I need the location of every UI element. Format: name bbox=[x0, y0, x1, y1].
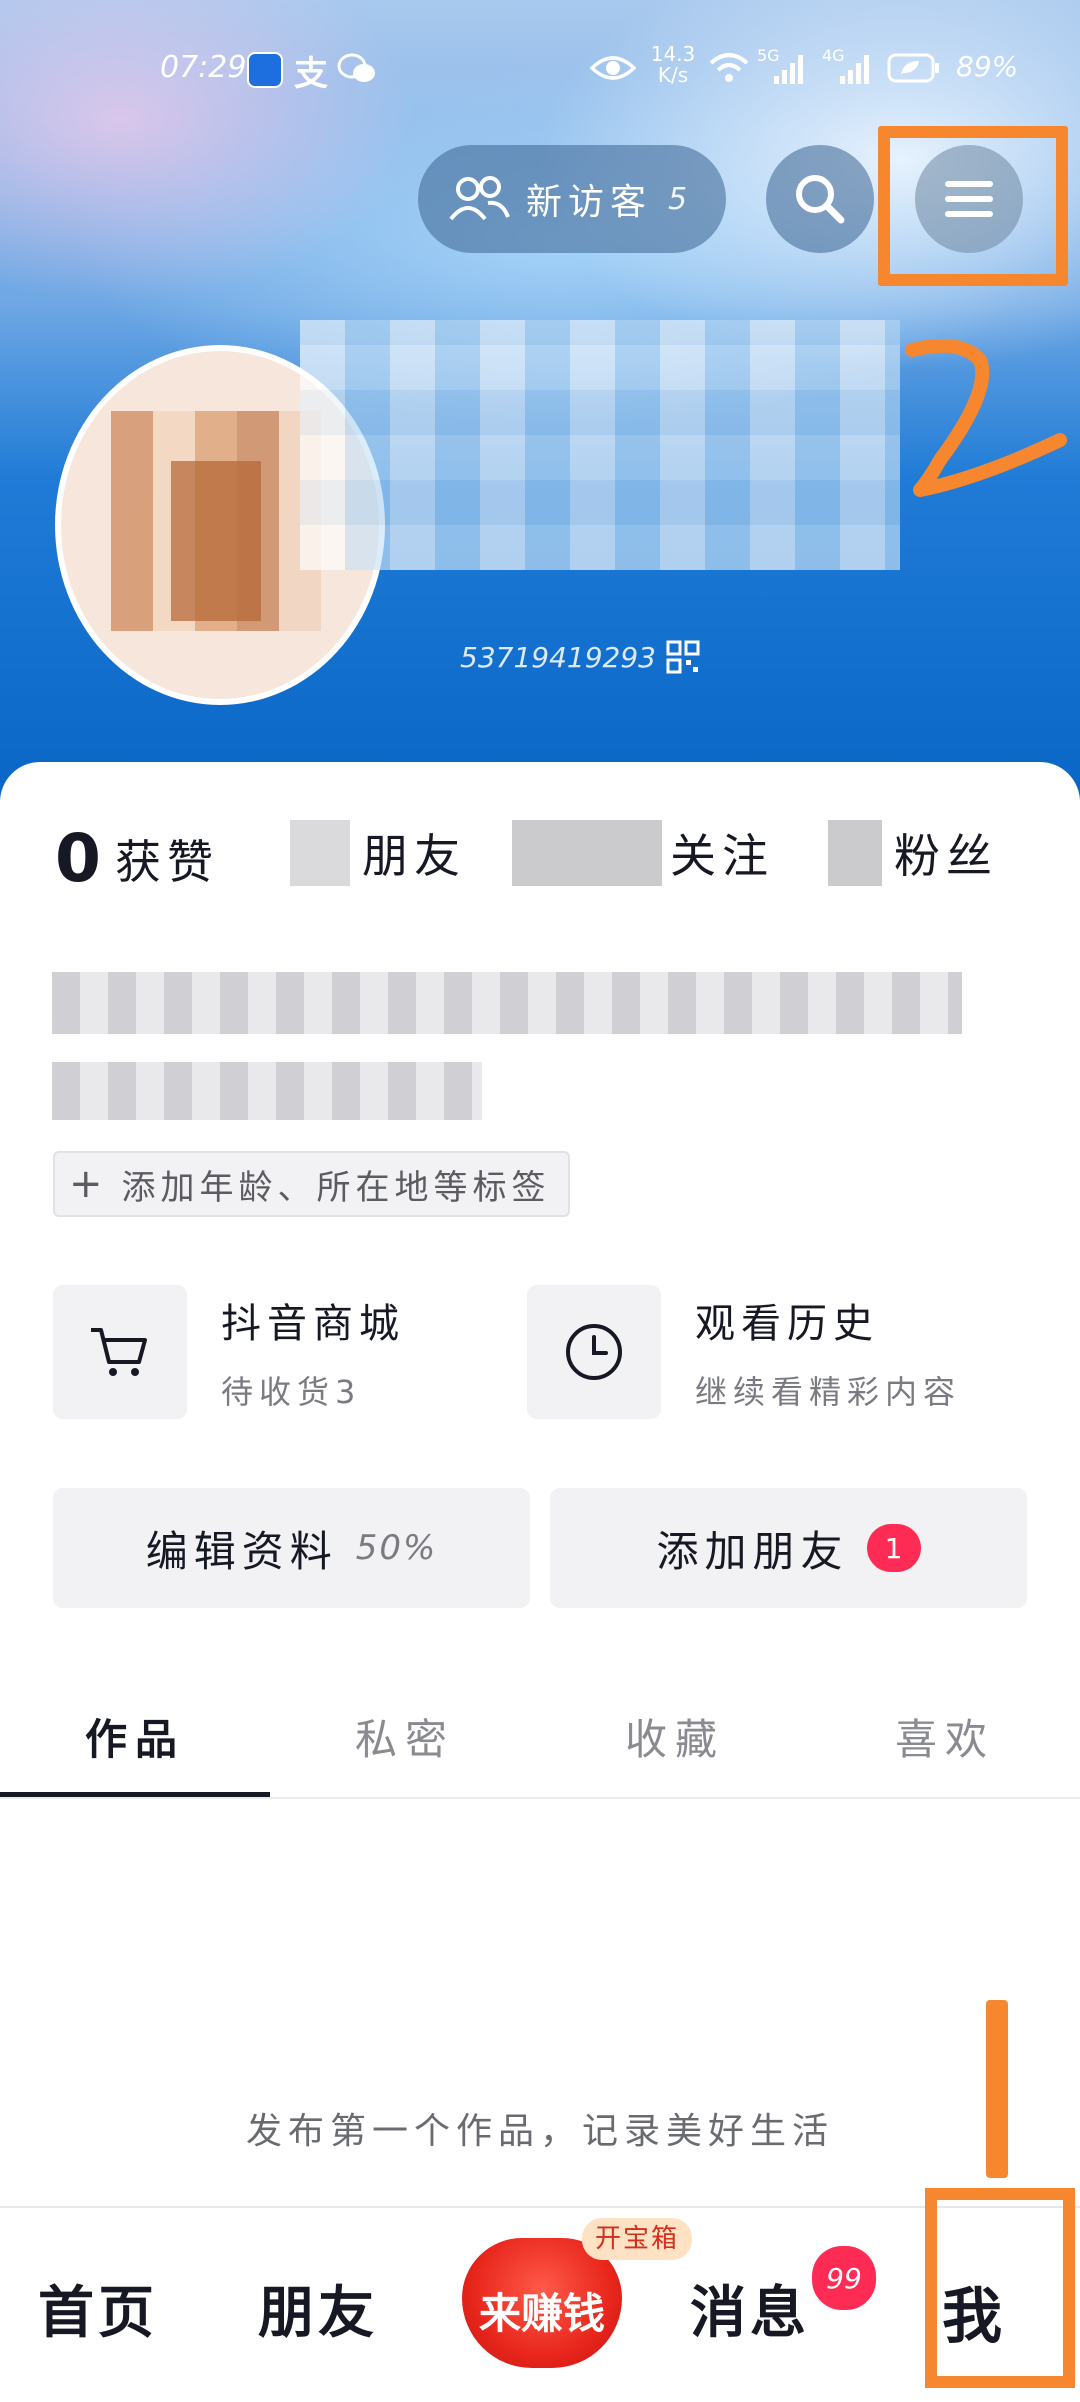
mall-title: 抖音商城 bbox=[221, 1301, 405, 1347]
people-icon bbox=[449, 176, 510, 221]
edit-profile-label: 编辑资料 bbox=[145, 1526, 338, 1576]
signal-bars-icon-2 bbox=[840, 55, 869, 84]
nav-earn-button[interactable]: 来赚钱 开宝箱 bbox=[462, 2218, 692, 2368]
edit-profile-progress: 50% bbox=[355, 1528, 438, 1568]
search-icon bbox=[796, 175, 845, 224]
empty-works-hint: 发布第一个作品，记录美好生活 bbox=[245, 2111, 834, 2152]
tab-works[interactable]: 作品 bbox=[0, 1706, 270, 1767]
app-notification-icon bbox=[247, 52, 283, 88]
plus-icon: + bbox=[69, 1161, 108, 1207]
username-blurred bbox=[300, 320, 900, 570]
battery-percent: 89% bbox=[956, 50, 1019, 83]
network-speed: 14.3 K/s bbox=[650, 44, 696, 86]
history-subtitle: 继续看精彩内容 bbox=[695, 1373, 962, 1411]
messages-badge: 99 bbox=[812, 2246, 876, 2310]
stat-following[interactable]: 关注 bbox=[512, 820, 774, 886]
stat-friends[interactable]: 朋友 bbox=[290, 820, 466, 886]
douyin-id: 53719419293 bbox=[460, 640, 700, 674]
cart-icon bbox=[91, 1328, 147, 1376]
nav-home[interactable]: 首页 bbox=[38, 2268, 158, 2349]
add-friend-button[interactable]: 添加朋友 1 bbox=[550, 1488, 1027, 1608]
following-label: 关注 bbox=[670, 829, 774, 883]
tab-divider bbox=[0, 1797, 1080, 1799]
mall-subtitle: 待收货3 bbox=[221, 1373, 362, 1411]
annotation-step-2-mark bbox=[905, 340, 1067, 497]
add-tags-chip[interactable]: + 添加年龄、所在地等标签 bbox=[53, 1151, 570, 1217]
stat-likes[interactable]: 0 获赞 bbox=[55, 820, 219, 897]
edit-profile-button[interactable]: 编辑资料 50% bbox=[53, 1488, 530, 1608]
douyin-id-text: 53719419293 bbox=[460, 640, 656, 674]
network-speed-value: 14.3 bbox=[650, 42, 696, 66]
mall-icon-tile bbox=[53, 1285, 187, 1419]
wechat-icon bbox=[337, 53, 375, 82]
add-friend-badge: 1 bbox=[866, 1524, 921, 1572]
shortcut-history[interactable]: 观看历史 继续看精彩内容 bbox=[527, 1285, 961, 1419]
likes-label: 获赞 bbox=[114, 834, 219, 889]
nav-friends[interactable]: 朋友 bbox=[258, 2268, 378, 2349]
bio-blurred-line2 bbox=[52, 1062, 482, 1120]
stat-followers[interactable]: 粉丝 bbox=[828, 820, 998, 886]
following-count-blurred bbox=[512, 820, 662, 886]
nav-messages[interactable]: 消息 bbox=[690, 2268, 810, 2349]
annotation-step-1-mark bbox=[986, 2000, 1008, 2178]
add-friend-label: 添加朋友 bbox=[656, 1526, 849, 1576]
history-icon-tile bbox=[527, 1285, 661, 1419]
tab-favorites[interactable]: 收藏 bbox=[540, 1706, 810, 1767]
followers-count-blurred bbox=[828, 820, 882, 886]
search-button[interactable] bbox=[766, 145, 874, 253]
qr-code-icon[interactable] bbox=[666, 640, 700, 674]
followers-label: 粉丝 bbox=[894, 829, 998, 883]
nav-earn-label: 来赚钱 bbox=[478, 2289, 605, 2338]
friends-count-blurred bbox=[290, 820, 350, 886]
new-visitors-label: 新访客 bbox=[526, 182, 653, 223]
eye-icon bbox=[590, 56, 636, 80]
treasure-box-tag: 开宝箱 bbox=[582, 2218, 692, 2260]
status-time: 07:29 bbox=[160, 50, 247, 85]
signal-bars-icon bbox=[774, 55, 803, 84]
network-speed-unit: K/s bbox=[657, 63, 689, 87]
bio-blurred bbox=[52, 972, 962, 1034]
friends-label: 朋友 bbox=[362, 829, 466, 883]
tab-private[interactable]: 私密 bbox=[270, 1706, 540, 1767]
annotation-highlight-menu bbox=[878, 126, 1068, 286]
history-title: 观看历史 bbox=[695, 1301, 879, 1347]
clock-icon bbox=[566, 1324, 622, 1380]
new-visitors-count: 5 bbox=[668, 181, 688, 217]
shortcut-mall[interactable]: 抖音商城 待收货3 bbox=[53, 1285, 405, 1419]
alipay-icon: 支 bbox=[294, 54, 328, 94]
wifi-icon bbox=[709, 53, 749, 82]
likes-count: 0 bbox=[55, 820, 101, 897]
new-visitors-button[interactable]: 新访客 5 bbox=[418, 145, 726, 253]
annotation-highlight-me bbox=[925, 2188, 1075, 2388]
battery-icon bbox=[887, 53, 939, 83]
add-tags-label: 添加年龄、所在地等标签 bbox=[121, 1167, 551, 1208]
tab-likes[interactable]: 喜欢 bbox=[810, 1706, 1080, 1767]
